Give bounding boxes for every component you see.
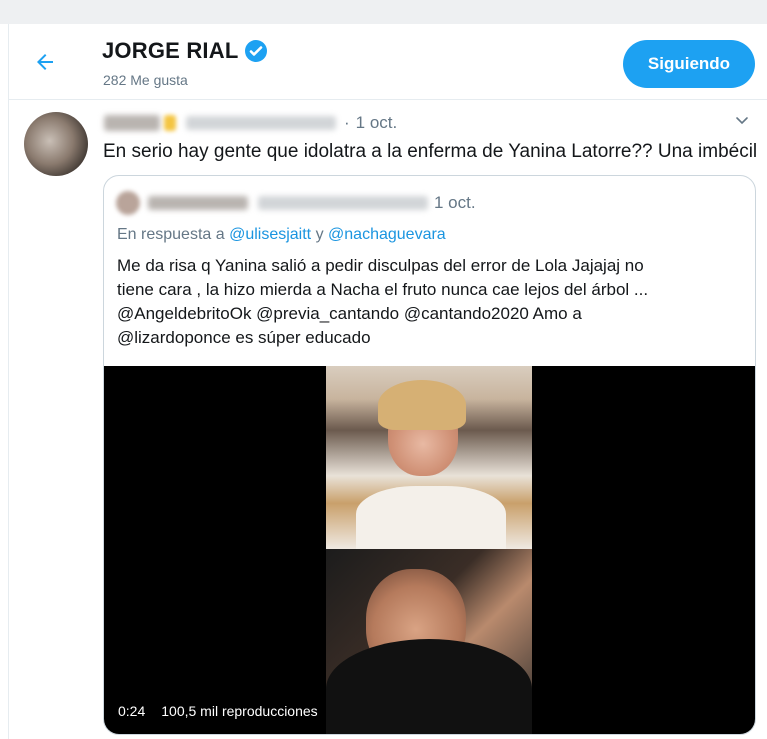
quoted-text-line: @lizardoponce es súper educado (117, 328, 371, 347)
profile-name-row: JORGE RIAL (102, 38, 268, 64)
video-frame-top (326, 366, 532, 549)
reply-prefix: En respuesta a (117, 226, 225, 243)
avatar[interactable] (24, 112, 88, 176)
video-views: 100,5 mil reproducciones (161, 703, 318, 719)
blurred-quoted-name (148, 196, 248, 210)
separator-dot: · (344, 113, 350, 132)
arrow-left-icon[interactable] (33, 50, 59, 74)
blurred-author-name[interactable] (104, 115, 160, 131)
verified-badge-icon (245, 40, 268, 62)
quoted-author-meta: 1 oct. (116, 191, 476, 215)
video-duration: 0:24 (118, 703, 146, 719)
tweet-date[interactable]: 1 oct. (356, 113, 398, 133)
blurred-emoji (164, 115, 176, 131)
quoted-text: Me da risa q Yanina salió a pedir discul… (117, 254, 747, 350)
mention-link[interactable]: @nachaguevara (328, 226, 446, 243)
following-button[interactable]: Siguiendo (623, 40, 755, 88)
tweet-author-meta: · 1 oct. (104, 113, 397, 133)
quoted-text-line: @AngeldebritoOk @previa_cantando @cantan… (117, 304, 582, 323)
column-divider (8, 24, 9, 739)
quoted-date: 1 oct. (434, 193, 476, 212)
video-info: 0:24 100,5 mil reproducciones (118, 703, 318, 719)
quoted-text-line: tiene cara , la hizo mierda a Nacha el f… (117, 280, 649, 299)
video-player[interactable]: 0:24 100,5 mil reproducciones (104, 366, 755, 734)
video-frame-bottom (326, 549, 532, 734)
quoted-text-line: Me da risa q Yanina salió a pedir discul… (117, 256, 644, 275)
blurred-author-handle[interactable] (186, 116, 336, 130)
mention-link[interactable]: @ulisesjaitt (229, 226, 311, 243)
chevron-down-icon[interactable] (734, 112, 750, 128)
browser-top-strip (0, 0, 767, 24)
profile-name: JORGE RIAL (102, 38, 239, 63)
quoted-tweet[interactable]: 1 oct. En respuesta a @ulisesjaitt y @na… (103, 175, 756, 735)
reply-conjunction: y (315, 226, 324, 243)
tweet-text: En serio hay gente que idolatra a la enf… (103, 141, 758, 162)
likes-count: 282 Me gusta (103, 72, 188, 88)
quoted-avatar (116, 191, 140, 215)
profile-header: JORGE RIAL 282 Me gusta Siguiendo (9, 24, 767, 100)
reply-context: En respuesta a @ulisesjaitt y @nachaguev… (117, 226, 446, 244)
blurred-quoted-handle (258, 196, 428, 210)
